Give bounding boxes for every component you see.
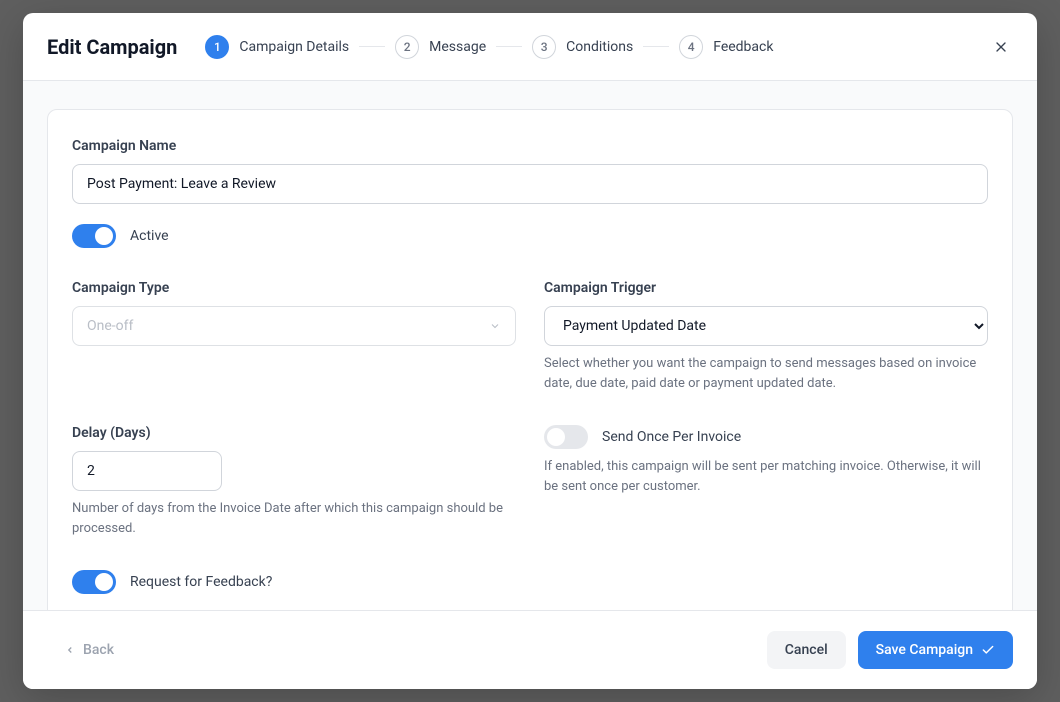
step-label: Campaign Details xyxy=(239,39,349,55)
send-once-help: If enabled, this campaign will be sent p… xyxy=(544,457,988,496)
step-2[interactable]: 2 Message xyxy=(395,35,486,59)
back-button[interactable]: Back xyxy=(47,631,132,669)
step-label: Feedback xyxy=(713,39,773,55)
step-connector xyxy=(359,46,385,47)
close-button[interactable] xyxy=(989,35,1013,59)
edit-campaign-modal: Edit Campaign 1 Campaign Details 2 Messa… xyxy=(23,13,1037,689)
toggle-knob xyxy=(95,573,113,591)
campaign-type-select[interactable]: One-off xyxy=(72,306,516,346)
send-once-label: Send Once Per Invoice xyxy=(602,429,741,445)
chevron-left-icon xyxy=(65,645,75,655)
save-campaign-button[interactable]: Save Campaign xyxy=(858,631,1013,669)
modal-body: Campaign Name Active Campaign Type One-o… xyxy=(23,81,1037,610)
step-label: Message xyxy=(429,39,486,55)
save-button-label: Save Campaign xyxy=(876,642,973,658)
campaign-name-label: Campaign Name xyxy=(72,138,988,154)
campaign-name-input[interactable] xyxy=(72,164,988,204)
step-connector xyxy=(643,46,669,47)
active-toggle-label: Active xyxy=(130,228,169,244)
step-3[interactable]: 3 Conditions xyxy=(532,35,633,59)
wizard-steps: 1 Campaign Details 2 Message 3 Condition… xyxy=(205,35,773,59)
feedback-toggle-label: Request for Feedback? xyxy=(130,574,272,590)
step-4[interactable]: 4 Feedback xyxy=(679,35,773,59)
active-toggle[interactable] xyxy=(72,224,116,248)
delay-input[interactable] xyxy=(72,451,222,491)
campaign-trigger-label: Campaign Trigger xyxy=(544,280,988,296)
campaign-trigger-select[interactable]: Payment Updated Date xyxy=(544,306,988,346)
check-icon xyxy=(981,643,995,657)
cancel-button[interactable]: Cancel xyxy=(767,631,846,669)
step-number: 1 xyxy=(205,35,229,59)
campaign-trigger-help: Select whether you want the campaign to … xyxy=(544,354,988,393)
toggle-knob xyxy=(547,428,565,446)
send-once-toggle[interactable] xyxy=(544,425,588,449)
step-number: 3 xyxy=(532,35,556,59)
modal-header: Edit Campaign 1 Campaign Details 2 Messa… xyxy=(23,13,1037,81)
modal-footer: Back Cancel Save Campaign xyxy=(23,610,1037,689)
step-number: 4 xyxy=(679,35,703,59)
campaign-details-card: Campaign Name Active Campaign Type One-o… xyxy=(47,109,1013,610)
close-icon xyxy=(993,39,1009,55)
delay-help: Number of days from the Invoice Date aft… xyxy=(72,499,516,538)
step-number: 2 xyxy=(395,35,419,59)
delay-label: Delay (Days) xyxy=(72,425,516,441)
cancel-button-label: Cancel xyxy=(785,642,828,658)
step-label: Conditions xyxy=(566,39,633,55)
modal-title: Edit Campaign xyxy=(47,35,177,59)
step-1[interactable]: 1 Campaign Details xyxy=(205,35,349,59)
back-button-label: Back xyxy=(83,642,114,658)
feedback-toggle[interactable] xyxy=(72,570,116,594)
toggle-knob xyxy=(95,227,113,245)
campaign-type-label: Campaign Type xyxy=(72,280,516,296)
step-connector xyxy=(496,46,522,47)
